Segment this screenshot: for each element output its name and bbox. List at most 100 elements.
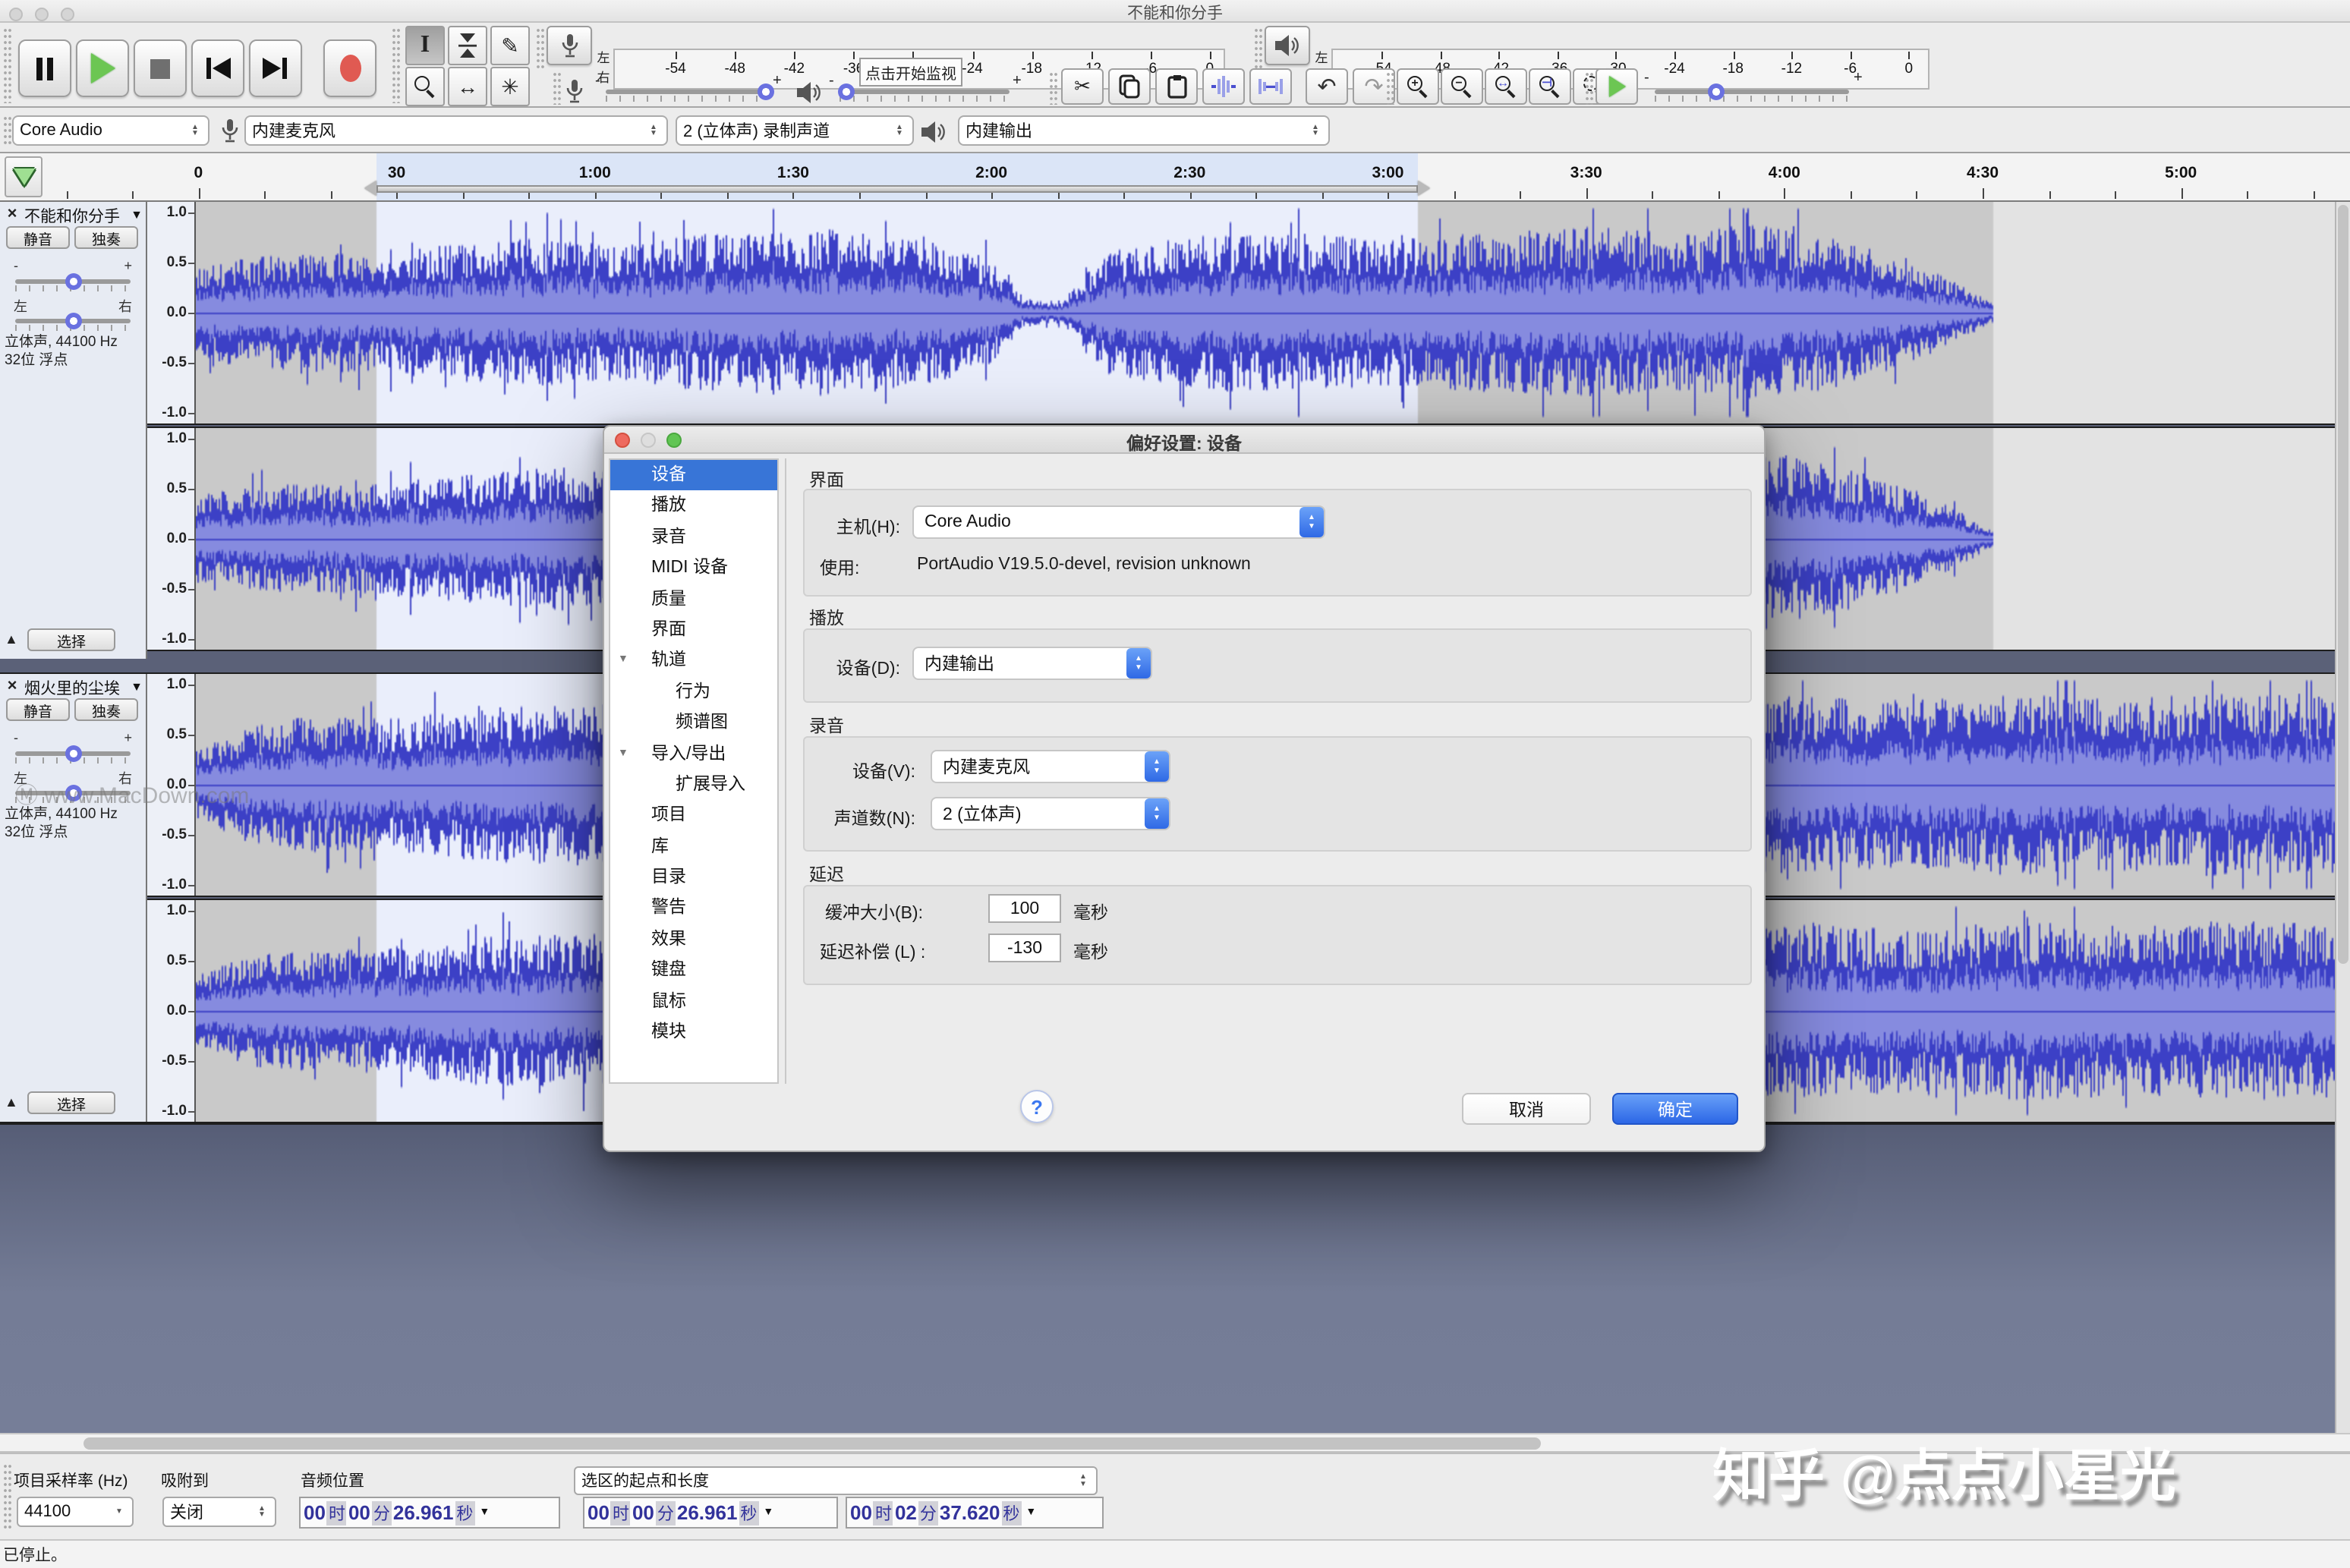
prefs-category-录音[interactable]: 录音 [610,522,777,553]
tools-toolbar-grip[interactable] [392,27,401,103]
envelope-tool-button[interactable] [448,26,487,65]
record-meter-grip[interactable] [536,27,545,68]
selection-toolbar-grip[interactable] [3,1463,12,1530]
pause-button[interactable] [18,39,71,97]
trim-outside-selection-button[interactable] [1202,68,1245,105]
compensation-input[interactable]: -130 [988,934,1061,962]
prefs-category-键盘[interactable]: 键盘 [610,956,777,987]
transport-toolbar-grip[interactable] [3,27,12,103]
time-digits[interactable]: 26.961 [677,1501,738,1524]
selection-length-field[interactable]: 00 时 02 分 37.620 秒 ▼ [846,1497,1104,1529]
prefs-category-模块[interactable]: 模块 [610,1017,777,1048]
record-volume-slider[interactable] [606,83,774,102]
prefs-category-MIDI 设备[interactable]: MIDI 设备 [610,553,777,584]
mixer-toolbar-grip[interactable] [553,71,562,105]
track-panel-1[interactable]: × 不能和你分手 ▼ 静音 独奏 - + 左 右 立体声, 44100 Hz 3… [0,202,147,659]
playback-device-dialog-select[interactable]: 内建输出 ▲ ▼ [912,647,1152,680]
collapse-track-icon[interactable]: ▲ [5,1094,18,1110]
skip-to-end-button[interactable] [249,39,302,97]
time-digits[interactable]: 00 [850,1501,872,1524]
recording-channels-select[interactable]: 2 (立体声) 录制声道 ▲ ▼ [676,115,914,146]
channels-select[interactable]: 2 (立体声) ▲ ▼ [931,797,1170,830]
gain-slider[interactable] [15,273,131,291]
track-panel-2[interactable]: × 烟火里的尘埃 ▼ 静音 独奏 - + 左 右 立体声, 44100 Hz 3… [0,674,147,1122]
monitor-hint[interactable]: 点击开始监视 [859,58,962,87]
undo-button[interactable]: ↶ [1306,68,1348,105]
fit-selection-button[interactable]: ↔ [1485,68,1527,105]
solo-button[interactable]: 独奏 [74,698,138,721]
time-digits[interactable]: 00 [632,1501,654,1524]
edit-toolbar-grip[interactable] [1049,71,1058,105]
track-select-button[interactable]: 选择 [27,628,115,651]
prefs-category-鼠标[interactable]: 鼠标 [610,986,777,1017]
play-meter-speaker-button[interactable] [1265,26,1310,65]
collapse-track-icon[interactable]: ▲ [5,631,18,647]
play-speed-slider[interactable] [1655,83,1849,102]
play-meter-grip[interactable] [1254,27,1263,68]
expander-icon[interactable]: ▼ [618,738,628,770]
play-volume-slider[interactable] [838,83,1010,102]
prefs-category-行为[interactable]: 行为 [610,676,777,707]
rate-select[interactable]: 44100 ▼ [17,1497,134,1527]
ok-button[interactable]: 确定 [1612,1093,1738,1125]
time-digits[interactable]: 00 [348,1501,370,1524]
vertical-scale-ruler[interactable]: 1.0 0.5 0.0 -0.5 -1.0 [147,900,196,1122]
track-title[interactable]: 烟火里的尘埃 [24,677,131,695]
play-button[interactable] [76,39,129,97]
track-menu-arrow-icon[interactable]: ▼ [131,208,143,222]
silence-selection-button[interactable] [1249,68,1292,105]
gain-thumb[interactable] [65,745,82,762]
pan-slider[interactable] [15,313,131,331]
timeline-ruler[interactable]: 0 30 1:00 1:30 2:00 2:30 3:00 3:30 4:00 4:30 5:00 [0,153,2350,202]
host-select[interactable]: Core Audio ▲ ▼ [912,505,1325,539]
selection-start-field[interactable]: 00 时 00 分 26.961 秒 ▼ [583,1497,838,1529]
prefs-category-设备[interactable]: 设备 [610,460,777,491]
vertical-scrollbar-thumb[interactable] [2338,205,2348,964]
zoom-tool-button[interactable] [405,67,445,106]
prefs-category-警告[interactable]: 警告 [610,893,777,924]
prefs-category-库[interactable]: 库 [610,831,777,862]
chevron-down-icon[interactable]: ▼ [479,1507,490,1518]
play-speed-thumb[interactable] [1708,83,1725,100]
stop-button[interactable] [134,39,187,97]
close-track-icon[interactable]: × [3,205,21,223]
record-button[interactable] [323,39,376,97]
zoom-out-button[interactable]: − [1441,68,1483,105]
recording-device-select[interactable]: 内建麦克风 ▲ ▼ [244,115,668,146]
play-at-speed-button[interactable] [1596,68,1638,105]
zoom-in-button[interactable]: + [1397,68,1439,105]
preferences-category-list[interactable]: 设备 播放 录音 MIDI 设备 质量 界面 ▼ 轨道 行为 频谱图 ▼ 导入/导出 扩展导入 项目库目录… [609,458,779,1084]
fit-project-button[interactable]: ⊣ [1529,68,1571,105]
pan-thumb[interactable] [65,313,82,329]
prefs-category-质量[interactable]: 质量 [610,584,777,615]
multi-tool-button[interactable]: ✳ [490,67,530,106]
solo-button[interactable]: 独奏 [74,226,138,249]
horizontal-scrollbar-thumb[interactable] [83,1437,1541,1450]
speed-toolbar-grip[interactable] [1585,71,1594,105]
prefs-category-效果[interactable]: 效果 [610,924,777,956]
audio-position-field[interactable]: 00 时 00 分 26.961 秒 ▼ [299,1497,560,1529]
paste-button[interactable] [1155,68,1198,105]
mute-button[interactable]: 静音 [6,226,70,249]
track-title[interactable]: 不能和你分手 [24,205,131,223]
recording-device-dialog-select[interactable]: 内建麦克风 ▲ ▼ [931,750,1170,783]
timeline-options-button[interactable] [5,156,43,197]
waveform-display[interactable] [196,202,2335,423]
chevron-down-icon[interactable]: ▼ [1025,1507,1036,1518]
copy-button[interactable] [1108,68,1151,105]
vertical-scale-ruler[interactable]: 1.0 0.5 0.0 -0.5 -1.0 [147,428,196,650]
cut-button[interactable]: ✂ [1061,68,1104,105]
close-track-icon[interactable]: × [3,677,21,695]
snap-select[interactable]: 关闭 ▲ ▼ [162,1497,276,1527]
gain-slider[interactable] [15,745,131,764]
device-toolbar-grip[interactable] [3,115,12,147]
track-menu-arrow-icon[interactable]: ▼ [131,680,143,694]
time-digits[interactable]: 26.961 [393,1501,454,1524]
selection-mode-select[interactable]: 选区的起点和长度 ▲ ▼ [574,1466,1098,1495]
expander-icon[interactable]: ▼ [618,646,628,677]
audio-host-select[interactable]: Core Audio ▲ ▼ [12,115,209,146]
prefs-category-播放[interactable]: 播放 [610,491,777,522]
vertical-scale-ruler[interactable]: 1.0 0.5 0.0 -0.5 -1.0 [147,202,196,423]
gain-thumb[interactable] [65,273,82,290]
vertical-scrollbar[interactable] [2335,202,2350,1433]
